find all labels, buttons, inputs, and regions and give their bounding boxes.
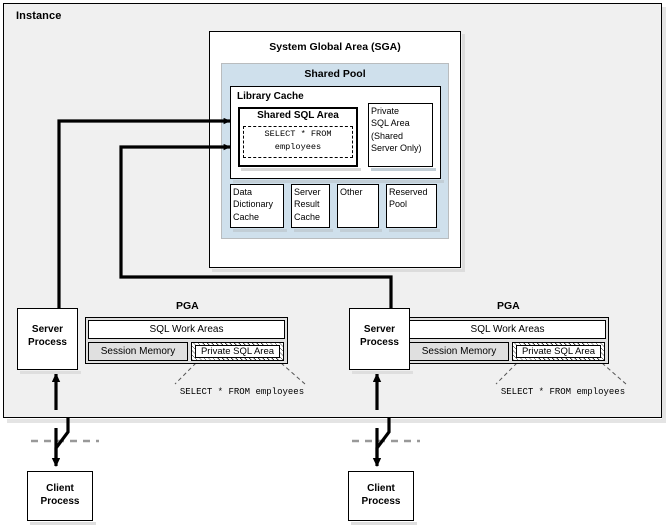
callout-line-right-b bbox=[601, 362, 627, 385]
sql-work-areas-right: SQL Work Areas bbox=[409, 320, 606, 339]
pga-title-left: PGA bbox=[176, 300, 199, 312]
client-process-shadow-left bbox=[30, 522, 96, 525]
client-process-label-right: Client Process bbox=[348, 483, 414, 508]
private-sql-area-label-left: Private SQL Area bbox=[195, 345, 280, 358]
client-process-label-left: Client Process bbox=[27, 483, 93, 508]
server-process-right-line-1: Server bbox=[363, 324, 396, 335]
server-process-right-line-2: Process bbox=[360, 336, 399, 348]
diagram-canvas: Instance System Global Area (SGA) Shared… bbox=[0, 0, 666, 527]
session-memory-left: Session Memory bbox=[88, 342, 188, 361]
connector-right-server-to-shared-sql bbox=[119, 143, 393, 308]
server-process-shadow-left bbox=[20, 371, 81, 374]
client-process-left-line-2: Process bbox=[40, 495, 80, 507]
server-process-left-line-1: Server bbox=[31, 324, 64, 335]
private-sql-area-label-right: Private SQL Area bbox=[516, 345, 601, 358]
session-memory-right: Session Memory bbox=[409, 342, 509, 361]
server-process-label-right: Server Process bbox=[349, 324, 410, 349]
pga-callout-statement-left: SELECT * FROM employees bbox=[179, 387, 305, 397]
connector-left-server-to-shared-sql bbox=[57, 117, 231, 308]
client-process-right-line-2: Process bbox=[361, 495, 401, 507]
server-process-shadow-right bbox=[352, 371, 413, 374]
pga-title-right: PGA bbox=[497, 300, 520, 312]
server-process-left-line-2: Process bbox=[28, 336, 67, 348]
pga-callout-statement-right: SELECT * FROM employees bbox=[500, 387, 626, 397]
client-process-right-line-1: Client bbox=[367, 483, 395, 494]
client-process-left-line-1: Client bbox=[46, 483, 74, 494]
client-process-shadow-right bbox=[351, 522, 417, 525]
server-process-label-left: Server Process bbox=[17, 324, 78, 349]
connector-layer bbox=[31, 117, 627, 467]
callout-line-right-a bbox=[495, 362, 518, 385]
callout-line-left-a bbox=[174, 362, 197, 385]
callout-line-left-b bbox=[280, 362, 306, 385]
sql-work-areas-left: SQL Work Areas bbox=[88, 320, 285, 339]
